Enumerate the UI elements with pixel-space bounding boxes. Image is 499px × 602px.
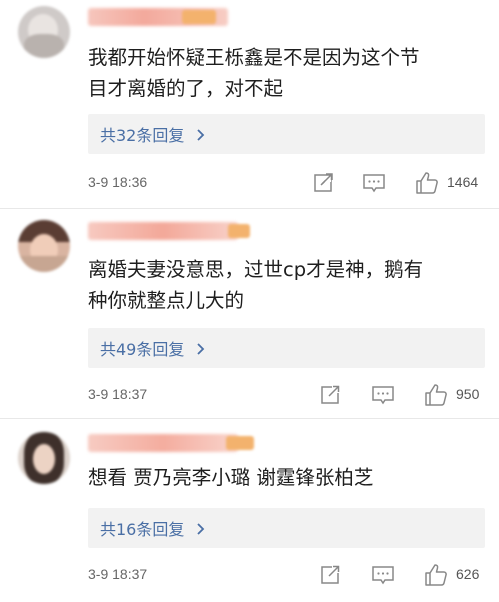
comment-icon[interactable] xyxy=(361,170,387,196)
comment-icon[interactable] xyxy=(370,562,396,588)
timestamp: 3-9 18:36 xyxy=(88,174,148,190)
comment-footer: 3-9 18:36 1464 xyxy=(0,170,499,198)
thumbs-up-icon[interactable] xyxy=(414,170,440,196)
thumbs-up-icon[interactable] xyxy=(423,562,449,588)
comment-content: 我都开始怀疑王栎鑫是不是因为这个节 目才离婚的了，对不起 xyxy=(88,42,483,104)
thumbs-up-icon[interactable] xyxy=(423,382,449,408)
comment-item-3: 想看 贾乃亮李小璐 谢霆锋张柏芝 共16条回复 3-9 18:37 626 xyxy=(0,420,499,602)
share-icon[interactable] xyxy=(311,170,337,196)
replies-label: 共32条回复 xyxy=(100,126,185,145)
username-blurred[interactable] xyxy=(88,434,238,452)
comment-text-line: 想看 贾乃亮李小璐 谢霆锋张柏芝 xyxy=(88,466,374,489)
like-count: 1464 xyxy=(447,174,479,190)
replies-label: 共49条回复 xyxy=(100,340,185,359)
comment-content: 想看 贾乃亮李小璐 谢霆锋张柏芝 xyxy=(88,462,483,493)
share-icon[interactable] xyxy=(318,562,344,588)
comment-text-line: 我都开始怀疑王栎鑫是不是因为这个节 xyxy=(88,46,420,69)
user-badge xyxy=(228,224,250,238)
like-count: 626 xyxy=(456,566,480,582)
comment-icon[interactable] xyxy=(370,382,396,408)
comment-item-1: 我都开始怀疑王栎鑫是不是因为这个节 目才离婚的了，对不起 共32条回复 3-9 … xyxy=(0,0,499,200)
avatar[interactable] xyxy=(18,432,70,484)
replies-label: 共16条回复 xyxy=(100,520,185,539)
comment-text-line: 种你就整点儿大的 xyxy=(88,289,245,312)
view-replies-button[interactable]: 共32条回复 xyxy=(88,114,485,154)
comment-footer: 3-9 18:37 950 xyxy=(0,382,499,410)
chevron-right-icon xyxy=(194,341,208,355)
comment-footer: 3-9 18:37 626 xyxy=(0,562,499,590)
view-replies-button[interactable]: 共16条回复 xyxy=(88,508,485,548)
chevron-right-icon xyxy=(194,521,208,535)
share-icon[interactable] xyxy=(318,382,344,408)
comment-text-line: 离婚夫妻没意思，过世cp才是神，鹅有 xyxy=(88,258,424,281)
user-badge xyxy=(226,436,254,450)
comment-text-line: 目才离婚的了，对不起 xyxy=(88,77,284,100)
view-replies-button[interactable]: 共49条回复 xyxy=(88,328,485,368)
timestamp: 3-9 18:37 xyxy=(88,386,148,402)
divider xyxy=(0,208,499,209)
comment-item-2: 离婚夫妻没意思，过世cp才是神，鹅有 种你就整点儿大的 共49条回复 3-9 1… xyxy=(0,210,499,410)
like-count: 950 xyxy=(456,386,480,402)
avatar[interactable] xyxy=(18,6,70,58)
user-badge xyxy=(182,10,216,24)
timestamp: 3-9 18:37 xyxy=(88,566,148,582)
divider xyxy=(0,418,499,419)
username-blurred[interactable] xyxy=(88,222,238,240)
comment-content: 离婚夫妻没意思，过世cp才是神，鹅有 种你就整点儿大的 xyxy=(88,254,483,316)
chevron-right-icon xyxy=(194,127,208,141)
avatar[interactable] xyxy=(18,220,70,272)
